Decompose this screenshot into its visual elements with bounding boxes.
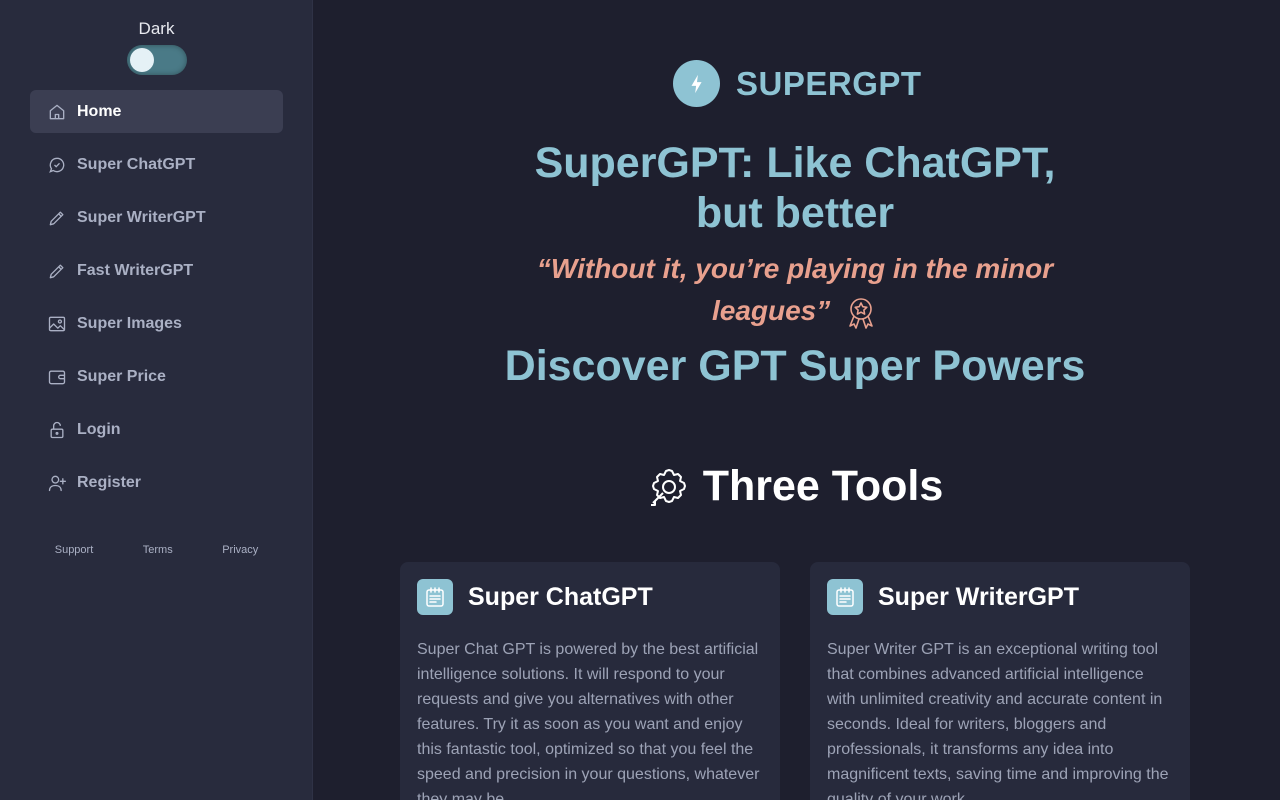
tools-title-text: Three Tools — [702, 462, 944, 510]
lightning-icon — [673, 60, 720, 107]
sidebar-item-login[interactable]: Login — [30, 408, 283, 451]
pencil-icon — [47, 261, 67, 281]
sidebar-footer: Support Terms Privacy — [30, 544, 283, 556]
notepad-icon — [827, 579, 863, 615]
tool-card-super-writergpt[interactable]: Super WriterGPT Super Writer GPT is an e… — [810, 562, 1190, 800]
chat-icon — [47, 155, 67, 175]
card-description: Super Writer GPT is an exceptional writi… — [827, 641, 1169, 800]
tool-card-super-chatgpt[interactable]: Super ChatGPT Super Chat GPT is powered … — [400, 562, 780, 800]
sidebar-item-register[interactable]: Register — [30, 461, 283, 504]
user-plus-icon — [47, 473, 67, 493]
privacy-link[interactable]: Privacy — [222, 544, 258, 556]
theme-toggle[interactable] — [127, 45, 187, 75]
sidebar-item-label: Login — [77, 420, 121, 438]
tools-heading: Three Tools — [313, 462, 1277, 511]
sidebar-item-home[interactable]: Home — [30, 90, 283, 133]
award-icon — [842, 295, 878, 331]
brand-name: SUPERGPT — [736, 64, 922, 102]
brand: SUPERGPT — [673, 60, 922, 107]
page-title: SuperGPT: Like ChatGPT, but better — [313, 138, 1277, 238]
quote-line-2: leagues” — [711, 295, 831, 326]
sidebar-item-label: Register — [77, 473, 142, 491]
sidebar-item-fast-writergpt[interactable]: Fast WriterGPT — [30, 249, 283, 292]
terms-link[interactable]: Terms — [143, 544, 173, 556]
lock-icon — [47, 420, 67, 440]
pencil-icon — [47, 208, 67, 228]
card-title: Super ChatGPT — [468, 582, 653, 611]
sidebar-nav: Home Super ChatGPT Super WriterGPT Fast … — [30, 90, 283, 514]
sidebar-item-label: Super WriterGPT — [77, 208, 206, 226]
image-icon — [47, 314, 67, 334]
sidebar-item-label: Super Images — [77, 314, 182, 332]
sidebar-item-label: Fast WriterGPT — [77, 261, 194, 279]
wallet-icon — [47, 367, 67, 387]
card-title: Super WriterGPT — [878, 582, 1079, 611]
headline-line-2: but better — [695, 189, 895, 237]
sidebar-item-super-price[interactable]: Super Price — [30, 355, 283, 398]
card-description: Super Chat GPT is powered by the best ar… — [417, 641, 760, 800]
quote: “Without it, you’re playing in the minor… — [313, 248, 1277, 332]
notepad-icon — [417, 579, 453, 615]
sidebar-item-label: Super ChatGPT — [77, 155, 196, 173]
sidebar-item-label: Super Price — [77, 367, 166, 385]
quote-line-1: “Without it, you’re playing in the minor — [536, 253, 1054, 284]
discover-heading: Discover GPT Super Powers — [504, 342, 1086, 390]
theme-label: Dark — [138, 19, 175, 38]
main-content: SUPERGPT SuperGPT: Like ChatGPT, but bet… — [313, 0, 1280, 800]
toggle-knob — [130, 48, 154, 72]
sidebar-item-super-images[interactable]: Super Images — [30, 302, 283, 345]
gear-wrench-icon — [650, 468, 686, 506]
sidebar: Dark Home Super ChatGPT Super WriterGPT … — [0, 0, 313, 800]
sidebar-item-super-chatgpt[interactable]: Super ChatGPT — [30, 143, 283, 186]
home-icon — [47, 102, 67, 122]
sidebar-item-super-writergpt[interactable]: Super WriterGPT — [30, 196, 283, 239]
sidebar-item-label: Home — [77, 102, 122, 120]
headline-line-1: SuperGPT: Like ChatGPT, — [534, 139, 1056, 187]
support-link[interactable]: Support — [55, 544, 94, 556]
